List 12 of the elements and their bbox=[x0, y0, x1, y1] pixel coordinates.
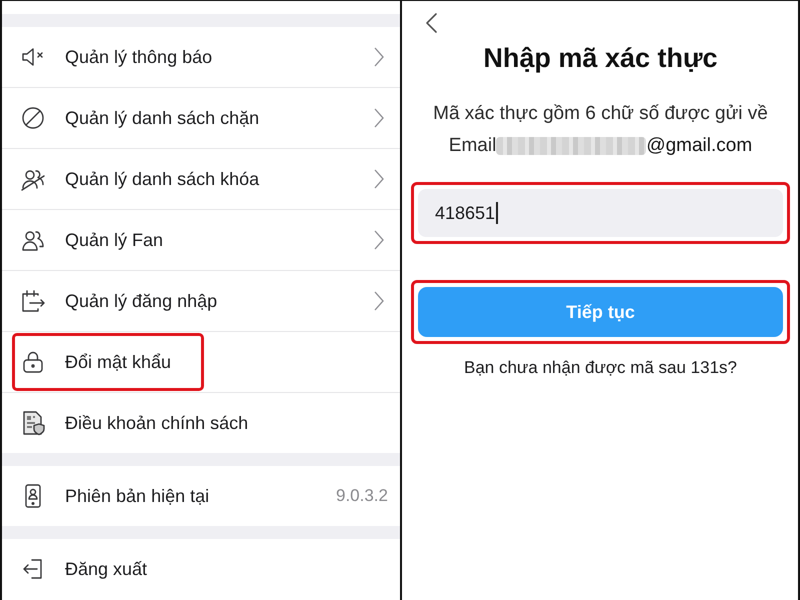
calendar-arrow-icon bbox=[20, 288, 46, 314]
email-label: Email bbox=[448, 135, 496, 157]
version-text: 9.0.3.2 bbox=[336, 486, 388, 506]
screen-title: Nhập mã xác thực bbox=[482, 42, 719, 74]
resend-note: Bạn chưa nhận được mã sau 131s? bbox=[462, 357, 738, 379]
email-domain: @gmail.com bbox=[646, 135, 752, 157]
info-label: Phiên bản hiện tại bbox=[65, 486, 210, 506]
back-icon[interactable] bbox=[425, 12, 438, 34]
code-input[interactable]: 418651 bbox=[418, 189, 783, 237]
menu-item[interactable]: Đổi mật khẩu bbox=[2, 332, 400, 393]
description-text: Mã xác thực gồm 6 chữ số được gửi về bbox=[432, 102, 769, 126]
block-icon bbox=[20, 105, 46, 131]
